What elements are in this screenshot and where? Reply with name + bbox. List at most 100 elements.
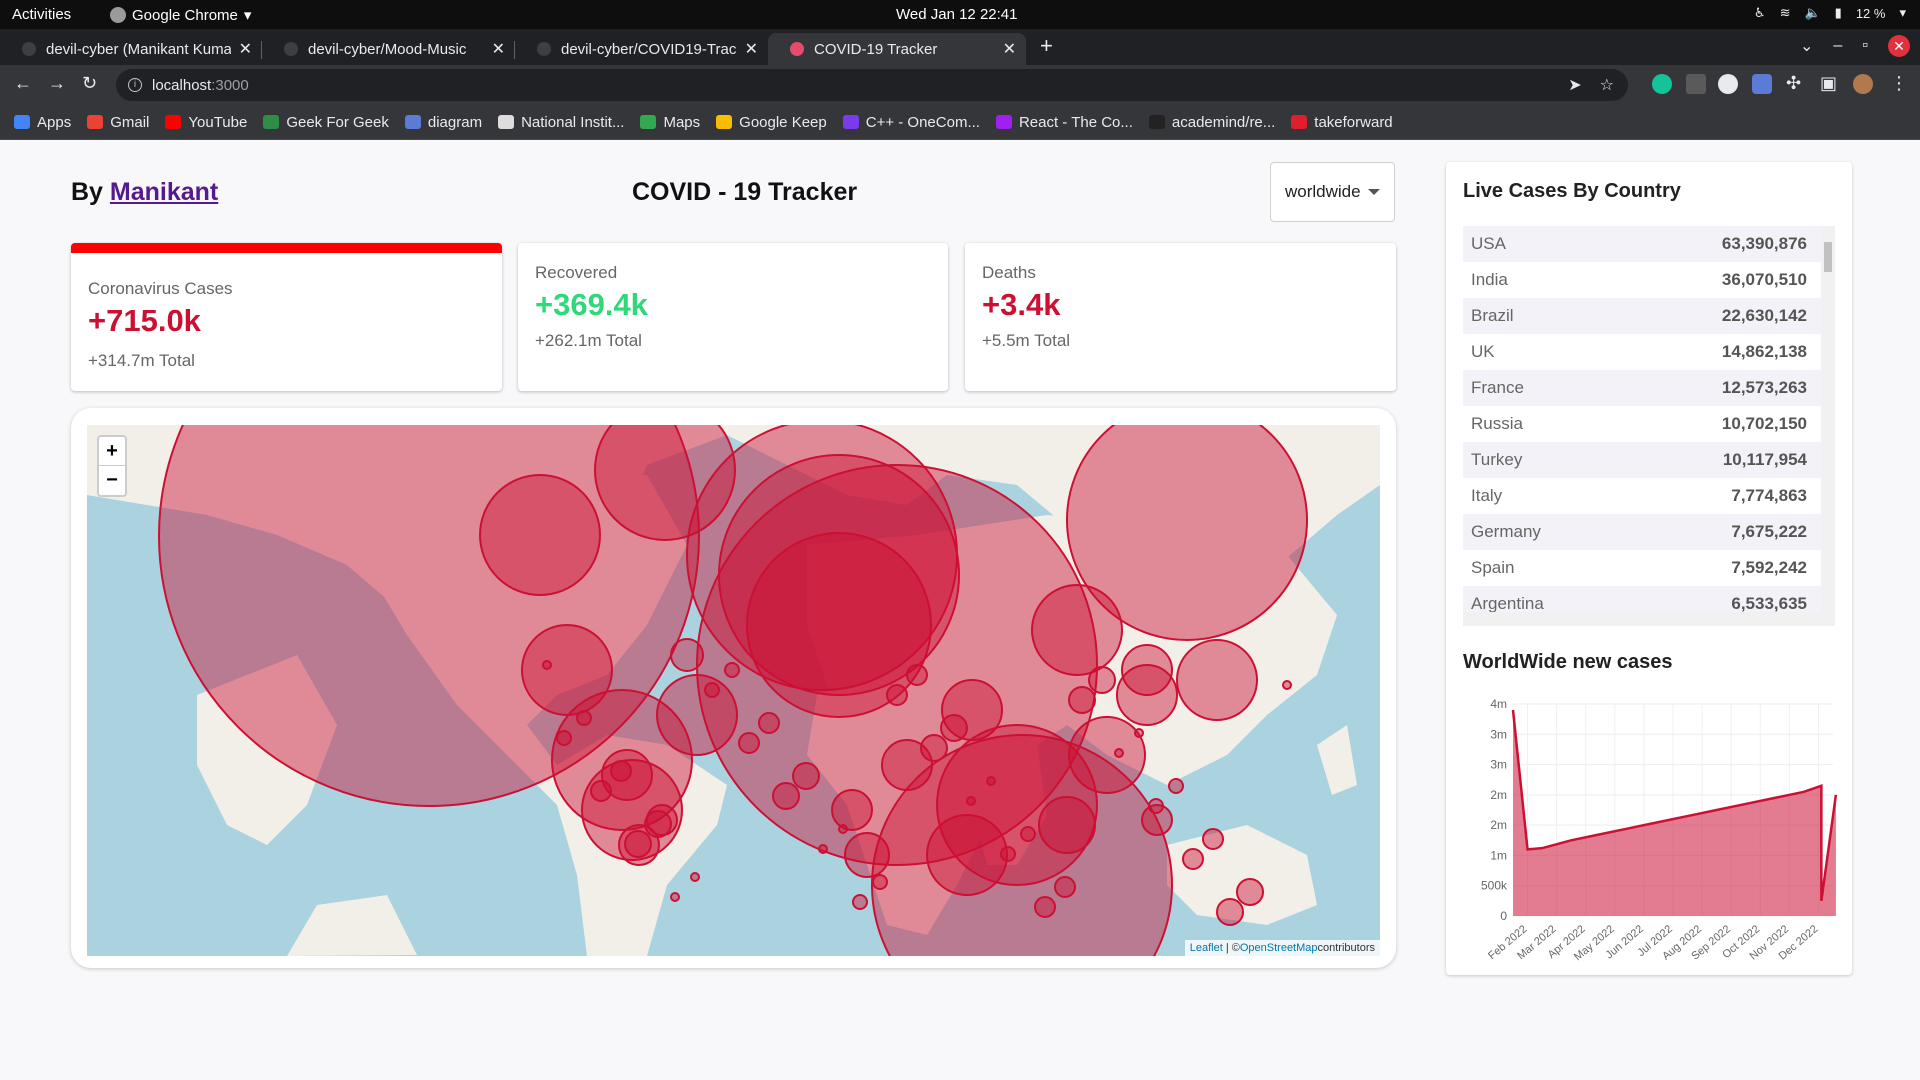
case-bubble[interactable] <box>738 732 760 754</box>
case-bubble[interactable] <box>1020 826 1036 842</box>
puzzle-icon[interactable]: ✣ <box>1786 73 1801 94</box>
system-tray[interactable]: ♿ ≋ 🔈 ▮ 12 % ▾ <box>1754 5 1906 21</box>
leaflet-link[interactable]: Leaflet <box>1190 942 1223 954</box>
case-bubble[interactable] <box>772 782 800 810</box>
case-bubble[interactable] <box>624 830 652 858</box>
close-window-icon[interactable]: ✕ <box>1888 35 1910 57</box>
new-tab-icon[interactable]: + <box>1040 33 1053 59</box>
zoom-in-button[interactable]: + <box>99 437 125 466</box>
reload-icon[interactable]: ↻ <box>82 73 97 94</box>
bookmark-item[interactable]: Apps <box>14 114 71 131</box>
case-bubble[interactable] <box>936 724 1098 886</box>
table-scrollbar[interactable] <box>1821 226 1835 626</box>
bookmark-item[interactable]: YouTube <box>165 114 247 131</box>
countries-table[interactable]: USA 63,390,876 India 36,070,510 Brazil 22,630… <box>1463 226 1835 626</box>
bookmark-item[interactable]: Google Keep <box>716 114 827 131</box>
case-bubble[interactable] <box>542 660 552 670</box>
case-bubble[interactable] <box>1134 728 1144 738</box>
case-bubble[interactable] <box>1148 798 1164 814</box>
case-bubble[interactable] <box>818 844 828 854</box>
sidepanel-icon[interactable]: ▣ <box>1820 73 1837 94</box>
bookmark-item[interactable]: C++ - OneCom... <box>842 114 980 131</box>
bookmark-item[interactable]: Gmail <box>87 114 149 131</box>
address-bar[interactable]: i localhost:3000 ➤ ☆ <box>116 69 1628 101</box>
case-bubble[interactable] <box>852 894 868 910</box>
send-icon[interactable]: ➤ <box>1568 75 1581 95</box>
case-bubble[interactable] <box>1236 878 1264 906</box>
case-bubble[interactable] <box>1176 639 1258 721</box>
case-bubble[interactable] <box>758 712 780 734</box>
infobox-deaths[interactable]: Deaths +3.4k +5.5m Total <box>965 243 1396 391</box>
case-bubble[interactable] <box>1168 778 1184 794</box>
bookmark-item[interactable]: React - The Co... <box>995 114 1133 131</box>
activities-button[interactable]: Activities <box>12 6 71 23</box>
extension-icon[interactable] <box>1686 74 1706 94</box>
case-bubble[interactable] <box>792 762 820 790</box>
case-bubble[interactable] <box>690 872 700 882</box>
case-bubble[interactable] <box>576 710 592 726</box>
maximize-icon[interactable]: ▫ <box>1862 37 1868 55</box>
bookmark-item[interactable]: Geek For Geek <box>263 114 389 131</box>
case-bubble[interactable] <box>610 760 632 782</box>
browser-tab[interactable]: devil-cyber (Manikant Kumar) ✕ <box>0 33 262 65</box>
extension-icon[interactable] <box>1752 74 1772 94</box>
avatar[interactable] <box>1853 74 1873 94</box>
case-bubble[interactable] <box>920 734 948 762</box>
case-bubble[interactable] <box>1114 748 1124 758</box>
back-icon[interactable]: ← <box>14 73 32 94</box>
browser-tab[interactable]: devil-cyber/Mood-Music ✕ <box>262 33 515 65</box>
case-bubble[interactable] <box>644 810 672 838</box>
case-bubble[interactable] <box>556 730 572 746</box>
case-bubble[interactable] <box>1216 898 1244 926</box>
site-info-icon[interactable]: i <box>128 78 142 92</box>
zoom-out-button[interactable]: − <box>99 466 125 495</box>
close-tab-icon[interactable]: ✕ <box>745 39 758 59</box>
case-bubble[interactable] <box>1202 828 1224 850</box>
world-map[interactable]: + − Leaflet | ©OpenStreetMapcontributors <box>87 425 1380 956</box>
forward-icon[interactable]: → <box>48 73 66 94</box>
case-bubble[interactable] <box>1068 686 1096 714</box>
case-bubble[interactable] <box>838 824 848 834</box>
case-bubble[interactable] <box>670 892 680 902</box>
close-tab-icon[interactable]: ✕ <box>1003 39 1016 59</box>
bookmark-item[interactable]: Maps <box>640 114 700 131</box>
case-bubble[interactable] <box>1282 680 1292 690</box>
country-select[interactable]: worldwide <box>1270 162 1395 222</box>
osm-link[interactable]: OpenStreetMap <box>1240 942 1318 954</box>
extension-icon[interactable] <box>1718 74 1738 94</box>
bookmark-item[interactable]: National Instit... <box>498 114 624 131</box>
case-bubble[interactable] <box>906 664 928 686</box>
case-bubble[interactable] <box>986 776 996 786</box>
bookmark-star-icon[interactable]: ☆ <box>1600 75 1614 95</box>
case-bubble[interactable] <box>1000 846 1016 862</box>
bookmark-item[interactable]: takeforward <box>1291 114 1393 131</box>
case-bubble[interactable] <box>1121 644 1173 696</box>
infobox-recovered[interactable]: Recovered +369.4k +262.1m Total <box>518 243 948 391</box>
bookmark-item[interactable]: academind/re... <box>1148 114 1275 131</box>
case-bubble[interactable] <box>724 662 740 678</box>
case-bubble[interactable] <box>1054 876 1076 898</box>
bookmark-item[interactable]: diagram <box>404 114 482 131</box>
tab-search-icon[interactable]: ⌄ <box>1800 36 1813 56</box>
minimize-icon[interactable]: – <box>1833 37 1842 55</box>
browser-tab[interactable]: devil-cyber/COVID19-Tracker ✕ <box>515 33 768 65</box>
case-bubble[interactable] <box>966 796 976 806</box>
kebab-menu-icon[interactable]: ⋮ <box>1890 73 1908 94</box>
case-bubble[interactable] <box>590 780 612 802</box>
case-bubble[interactable] <box>1182 848 1204 870</box>
case-bubble[interactable] <box>1088 666 1116 694</box>
author-link[interactable]: Manikant <box>110 178 218 206</box>
case-bubble[interactable] <box>704 682 720 698</box>
infobox-cases[interactable]: Coronavirus Cases +715.0k +314.7m Total <box>71 243 502 391</box>
close-tab-icon[interactable]: ✕ <box>492 39 505 59</box>
browser-tab-active[interactable]: COVID-19 Tracker ✕ <box>768 33 1026 65</box>
case-bubble[interactable] <box>479 474 601 596</box>
close-tab-icon[interactable]: ✕ <box>239 39 252 59</box>
table-hscrollbar[interactable] <box>1463 612 1821 626</box>
case-bubble[interactable] <box>1034 896 1056 918</box>
accessibility-icon[interactable]: ♿ <box>1754 5 1766 21</box>
case-bubble[interactable] <box>940 714 968 742</box>
case-bubble[interactable] <box>872 874 888 890</box>
clock[interactable]: Wed Jan 12 22:41 <box>896 6 1017 23</box>
grammarly-icon[interactable] <box>1652 74 1672 94</box>
